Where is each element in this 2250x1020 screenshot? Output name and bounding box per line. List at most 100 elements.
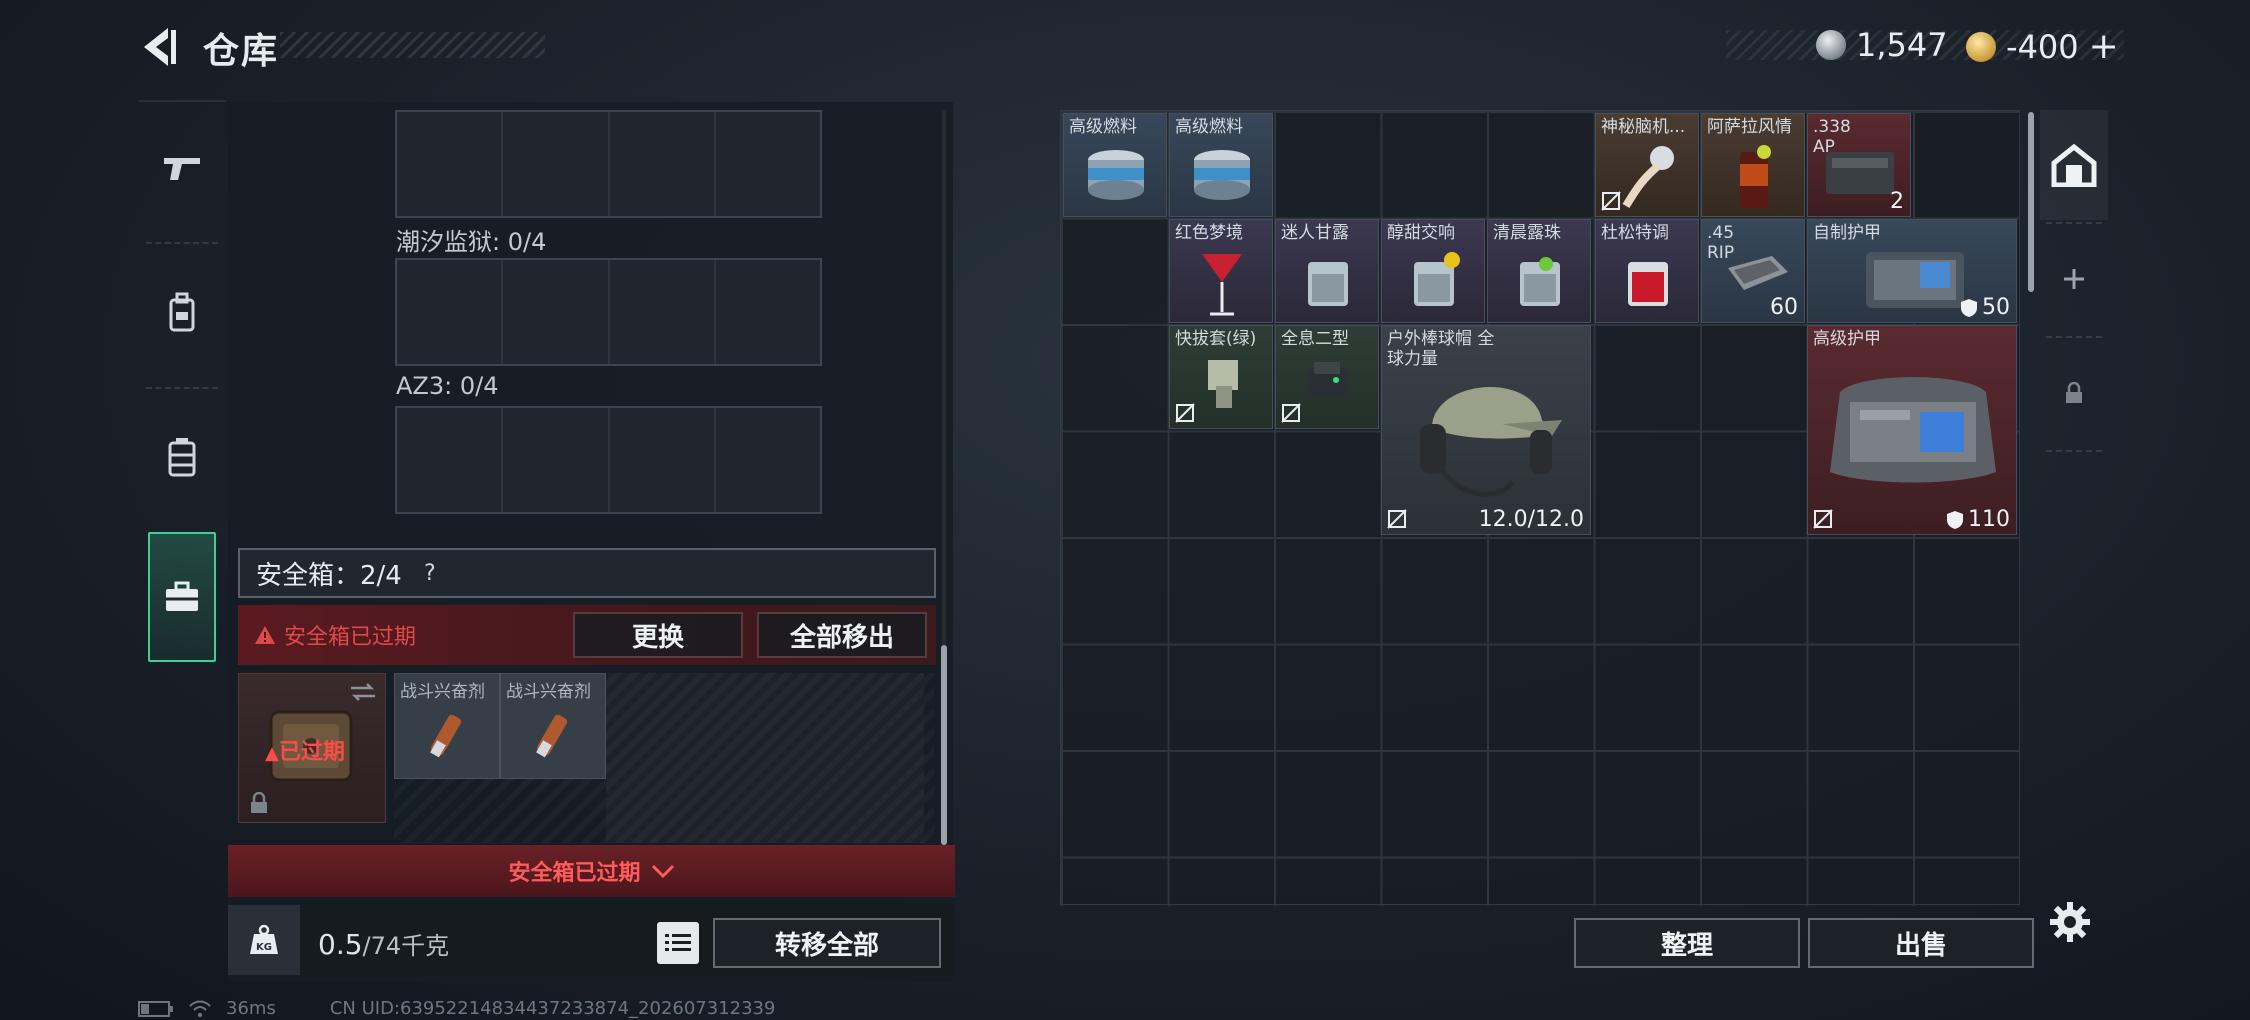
battery-icon: [138, 1000, 173, 1017]
ammo-box-icon: [1826, 152, 1894, 194]
lock-icon: [251, 792, 267, 813]
gold-coin-icon: [1966, 31, 1996, 62]
locked-slots: [606, 673, 924, 843]
stash-item[interactable]: 高级燃料: [1063, 113, 1167, 217]
az3-grid[interactable]: [395, 406, 822, 514]
no-sell-icon: [1281, 403, 1301, 423]
weight-readout: 0.5/74千克: [318, 926, 449, 961]
stimulant-icon: [430, 714, 462, 758]
tide-prison-label: 潮汐监狱: 0/4: [396, 228, 547, 256]
weight-unit: /74千克: [362, 932, 450, 960]
transfer-all-button[interactable]: 转移全部: [713, 918, 941, 968]
svg-text:KG: KG: [256, 942, 272, 953]
durability-shield-icon: [1947, 510, 1963, 529]
tab-divider: [2046, 450, 2102, 452]
title-stripe: [280, 32, 545, 58]
baseball-cap-headset-icon: [1420, 386, 1562, 497]
cocktail-glass-icon: [1740, 145, 1771, 208]
brain-computer-icon: [1622, 146, 1674, 209]
tab-weapon[interactable]: [138, 102, 226, 232]
remove-all-button[interactable]: 全部移出: [757, 612, 927, 658]
gold-currency[interactable]: -400 +: [1966, 26, 2119, 67]
stash-panel: 高级燃料 高级燃料 神秘脑机... 阿萨拉风情 .338 AP 2 红色梦境 迷…: [1060, 110, 2020, 906]
safe-item[interactable]: 战斗兴奋剂: [500, 673, 606, 779]
sell-button[interactable]: 出售: [1808, 918, 2034, 968]
stash-item[interactable]: 红色梦境: [1169, 219, 1273, 323]
no-sell-icon: [1387, 509, 1407, 529]
left-tab-bar: [138, 100, 226, 670]
expired-warning-text: 安全箱已过期: [284, 625, 417, 650]
stash-item[interactable]: .45 RIP 60: [1701, 219, 1805, 323]
silver-currency: 1,547: [1816, 26, 1948, 64]
expired-warning: 安全箱已过期: [254, 619, 416, 651]
tab-add-stash[interactable]: [2040, 224, 2108, 334]
safe-box-expired-footer[interactable]: 安全箱已过期: [228, 845, 955, 897]
stash-item[interactable]: 神秘脑机...: [1595, 113, 1699, 217]
stash-item[interactable]: 高级护甲 110: [1807, 325, 2017, 535]
replace-button[interactable]: 更换: [573, 612, 743, 658]
list-icon: [665, 934, 691, 951]
expired-stamp: ▲已过期: [265, 740, 345, 765]
lock-icon: [2066, 382, 2082, 403]
safe-item[interactable]: 战斗兴奋剂: [394, 673, 500, 779]
stash-item[interactable]: 高级燃料: [1169, 113, 1273, 217]
rocks-glass-icon: [1414, 252, 1460, 306]
stash-item[interactable]: 全息二型: [1275, 325, 1379, 429]
stash-item[interactable]: .338 AP 2: [1807, 113, 1911, 217]
stash-scrollbar-thumb[interactable]: [2028, 112, 2034, 292]
rocks-glass-icon: [1308, 262, 1348, 306]
fuel-can-icon: [1088, 150, 1144, 200]
container-grid[interactable]: [395, 110, 822, 218]
wifi-icon: [189, 1000, 211, 1017]
add-gold-icon[interactable]: +: [2089, 26, 2119, 67]
az3-label: AZ3: 0/4: [396, 372, 499, 400]
body-armor-icon: [1866, 252, 1964, 308]
warehouse-icon: [2051, 143, 2097, 187]
safe-box-items-area: 战斗兴奋剂 战斗兴奋剂: [394, 673, 934, 843]
martini-glass-icon: [1202, 254, 1242, 316]
stash-item[interactable]: 杜松特调: [1595, 219, 1699, 323]
tab-stash-main[interactable]: [2040, 110, 2108, 220]
tab-safe-box[interactable]: [148, 532, 216, 662]
stash-item[interactable]: 清晨露珠: [1487, 219, 1591, 323]
gold-amount: -400: [2006, 27, 2079, 66]
list-view-button[interactable]: [657, 922, 699, 964]
expired-footer-text: 安全箱已过期: [508, 861, 641, 886]
weight-value: 0.5: [318, 928, 363, 961]
silver-coin-icon: [1816, 30, 1846, 60]
tab-locked[interactable]: [2040, 338, 2108, 448]
page-title: 仓库: [203, 31, 280, 72]
status-bar: 36ms CN UID:63952214834437233874_2026073…: [138, 998, 775, 1019]
sort-button[interactable]: 整理: [1574, 918, 1800, 968]
safe-box-slot[interactable]: ▲已过期: [238, 673, 386, 823]
tab-chest-rig[interactable]: [138, 392, 226, 522]
back-arrow-icon[interactable]: [138, 24, 184, 70]
pistol-icon: [164, 158, 200, 180]
stash-item[interactable]: 阿萨拉风情: [1701, 113, 1805, 217]
tab-backpack[interactable]: [138, 247, 226, 377]
no-sell-icon: [1175, 403, 1195, 423]
weight-icon-box: KG: [228, 905, 300, 975]
holster-icon: [1208, 360, 1238, 408]
help-icon[interactable]: ?: [416, 559, 444, 587]
briefcase-icon: [166, 581, 198, 611]
swap-icon[interactable]: [349, 682, 377, 702]
stash-item[interactable]: 迷人甘露: [1275, 219, 1379, 323]
chevron-down-icon: [651, 864, 674, 879]
uid-text: CN UID:63952214834437233874_202607312339: [329, 998, 776, 1019]
fuel-can-icon: [1194, 150, 1250, 200]
safe-box-header: 安全箱：2/4 ?: [238, 548, 936, 598]
silver-amount: 1,547: [1856, 26, 1948, 64]
warning-icon: [255, 626, 275, 644]
stash-item[interactable]: 户外棒球帽 全球力量 12.0/12.0: [1381, 325, 1591, 535]
stash-item[interactable]: 快拔套(绿): [1169, 325, 1273, 429]
tide-prison-grid[interactable]: [395, 258, 822, 366]
settings-gear-icon[interactable]: [2048, 900, 2092, 944]
ping-text: 36ms: [226, 998, 276, 1019]
scrollbar-thumb[interactable]: [941, 645, 947, 845]
stash-tab-bar: [2040, 110, 2108, 452]
rocks-glass-icon: [1628, 262, 1668, 306]
stimulant-icon: [536, 714, 568, 758]
stash-item[interactable]: 醇甜交响: [1381, 219, 1485, 323]
stash-item[interactable]: 自制护甲 50: [1807, 219, 2017, 323]
